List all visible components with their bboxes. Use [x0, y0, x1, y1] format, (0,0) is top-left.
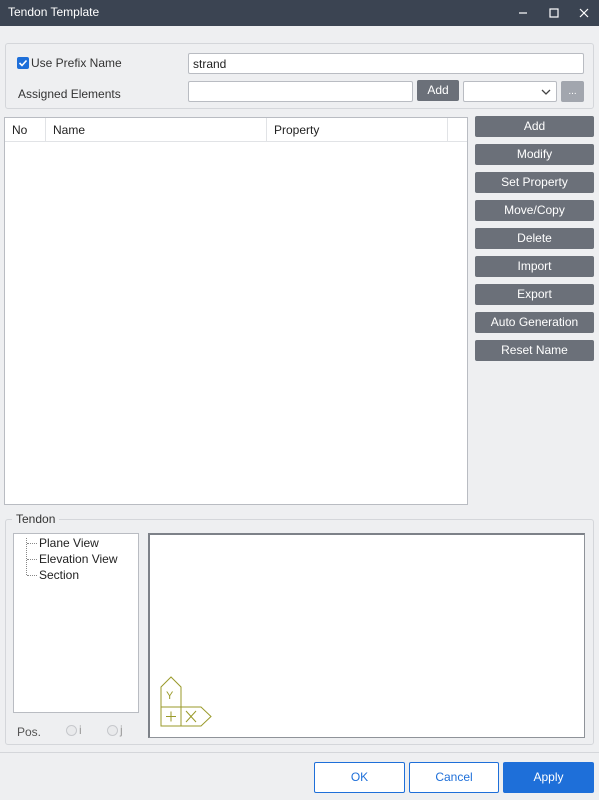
tree-item-plane-view[interactable]: Plane View: [39, 536, 99, 550]
apply-button[interactable]: Apply: [503, 762, 594, 793]
pos-label: Pos.: [17, 725, 42, 739]
assigned-elements-label: Assigned Elements: [18, 87, 121, 101]
set-property-button[interactable]: Set Property: [475, 172, 594, 193]
tree-branch: [27, 559, 37, 560]
ok-button[interactable]: OK: [314, 762, 405, 793]
tree-branch: [27, 575, 37, 576]
add-button[interactable]: Add: [475, 116, 594, 137]
browse-button[interactable]: ...: [561, 81, 584, 102]
title-bar: Tendon Template: [0, 0, 599, 26]
delete-button[interactable]: Delete: [475, 228, 594, 249]
reset-name-button[interactable]: Reset Name: [475, 340, 594, 361]
use-prefix-label: Use Prefix Name: [31, 56, 122, 70]
tree-branch: [27, 543, 37, 544]
pos-j-label: j: [120, 723, 123, 737]
tendon-table[interactable]: No Name Property: [4, 117, 468, 505]
use-prefix-checkbox[interactable]: [17, 57, 29, 69]
assigned-add-button[interactable]: Add: [417, 80, 459, 101]
chevron-down-icon: [541, 89, 551, 95]
element-select-dropdown[interactable]: [463, 81, 557, 102]
window-title: Tendon Template: [8, 5, 100, 19]
tree-item-elevation-view[interactable]: Elevation View: [39, 552, 118, 566]
import-button[interactable]: Import: [475, 256, 594, 277]
auto-generation-button[interactable]: Auto Generation: [475, 312, 594, 333]
axis-triad-icon: Y: [160, 676, 212, 727]
pos-i-label: i: [79, 723, 82, 737]
export-button[interactable]: Export: [475, 284, 594, 305]
column-header-no[interactable]: No: [5, 118, 46, 142]
move-copy-button[interactable]: Move/Copy: [475, 200, 594, 221]
pos-j-radio[interactable]: [107, 725, 118, 736]
axis-y-label: Y: [166, 690, 174, 702]
modify-button[interactable]: Modify: [475, 144, 594, 165]
check-icon: [18, 59, 28, 67]
pos-i-radio[interactable]: [66, 725, 77, 736]
prefix-name-input[interactable]: strand: [188, 53, 584, 74]
table-header-filler: [448, 118, 467, 142]
tendon-viewport[interactable]: Y: [148, 533, 585, 738]
assigned-elements-input[interactable]: [188, 81, 413, 102]
cancel-button[interactable]: Cancel: [409, 762, 499, 793]
minimize-icon[interactable]: [508, 0, 538, 26]
column-header-property[interactable]: Property: [267, 118, 448, 142]
close-icon[interactable]: [569, 0, 599, 26]
tendon-group-label: Tendon: [12, 512, 60, 526]
view-tree: Plane View Elevation View Section: [13, 533, 139, 713]
footer-divider: [0, 752, 599, 753]
column-header-name[interactable]: Name: [46, 118, 267, 142]
maximize-icon[interactable]: [539, 0, 569, 26]
tree-item-section[interactable]: Section: [39, 568, 79, 582]
